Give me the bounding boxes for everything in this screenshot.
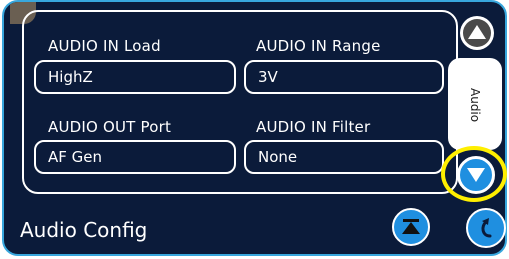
audio-in-load-field[interactable]: HighZ xyxy=(34,60,236,94)
audio-in-range-field[interactable]: 3V xyxy=(244,60,444,94)
audio-in-range-label: AUDIO IN Range xyxy=(256,37,381,55)
return-arrow-icon xyxy=(481,218,492,238)
audio-in-filter-label: AUDIO IN Filter xyxy=(256,118,371,136)
audio-out-port-label: AUDIO OUT Port xyxy=(48,118,172,136)
collapse-button[interactable] xyxy=(392,208,430,246)
collapse-top-icon xyxy=(402,219,420,234)
audio-side-tab-label: Audio xyxy=(468,87,482,123)
audio-out-port-field[interactable]: AF Gen xyxy=(34,140,236,174)
section-title: Audio Config xyxy=(20,218,148,242)
triangle-up-icon xyxy=(463,19,491,47)
scroll-up-button[interactable] xyxy=(460,16,494,50)
audio-in-filter-field[interactable]: None xyxy=(244,140,444,174)
back-button[interactable] xyxy=(466,208,506,248)
audio-config-panel: AUDIO IN Load HighZ AUDIO IN Range 3V AU… xyxy=(2,0,507,256)
highlight-ring xyxy=(441,146,507,202)
audio-in-load-label: AUDIO IN Load xyxy=(48,37,161,55)
